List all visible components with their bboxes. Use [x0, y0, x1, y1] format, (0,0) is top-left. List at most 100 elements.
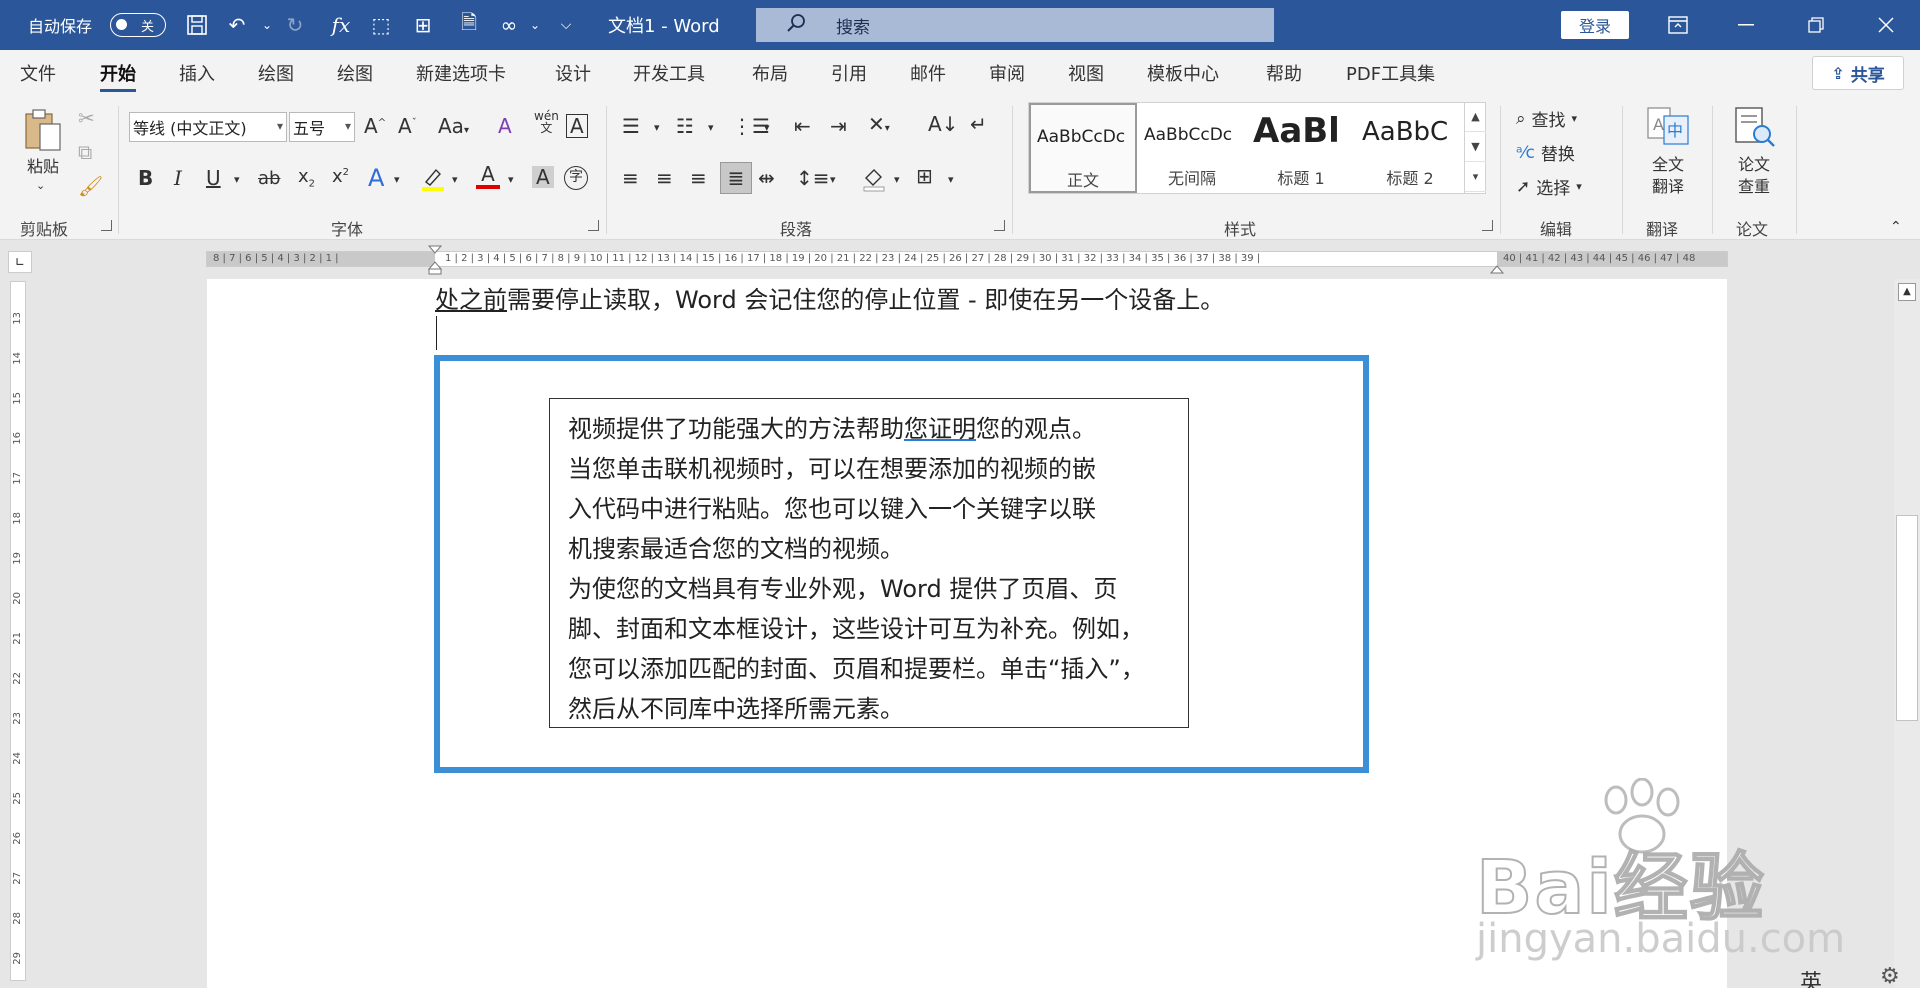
ribbon-display-icon[interactable] [1648, 0, 1708, 50]
tab-insert[interactable]: 插入 [179, 60, 215, 88]
highlight-icon[interactable] [420, 166, 446, 195]
styles-up-icon[interactable]: ▲ [1465, 102, 1486, 132]
multilevel-dropdown-icon[interactable]: ▾ [764, 122, 770, 133]
style-no-spacing[interactable]: AaBbCcDc 无间隔 [1138, 103, 1246, 193]
styles-more-icon[interactable]: ▾ [1465, 162, 1486, 192]
font-color-dropdown-icon[interactable]: ▾ [508, 174, 514, 185]
font-size-combo[interactable]: 五号 ▾ [289, 112, 355, 142]
paper-check-icon[interactable] [1732, 106, 1776, 153]
indent-marker-icon[interactable] [427, 245, 443, 275]
tab-draw-2[interactable]: 绘图 [337, 60, 373, 88]
shrink-font-icon[interactable]: Aˇ [398, 116, 417, 136]
tab-selector-icon[interactable]: ∟ [8, 251, 32, 273]
font-color-icon[interactable]: A [476, 164, 500, 189]
search-box[interactable]: 搜索 [756, 8, 1274, 42]
paragraph-launcher-icon[interactable] [994, 220, 1005, 231]
copy-icon[interactable]: ⧉ [78, 142, 92, 162]
shading-icon[interactable] [862, 166, 886, 195]
style-heading-1[interactable]: AaBl 标题 1 [1247, 103, 1355, 193]
scroll-thumb[interactable] [1896, 515, 1918, 721]
customize-toolbar-icon[interactable]: ⌵ [551, 0, 581, 50]
shading-dropdown-icon[interactable]: ▾ [894, 174, 900, 185]
phonetic-guide-icon[interactable]: wén 文 [534, 110, 559, 134]
show-marks-icon[interactable]: ↵ [970, 114, 987, 134]
infinity-dropdown-icon[interactable]: ⌄ [520, 0, 550, 50]
tab-home[interactable]: 开始 [100, 60, 136, 92]
save-icon[interactable] [182, 0, 212, 50]
vertical-ruler[interactable]: 13 14 15 16 17 18 19 20 21 22 23 24 25 26 27 28 29 [10, 281, 26, 981]
format-painter-icon[interactable]: 🖌 [78, 176, 103, 196]
text-box[interactable]: 视频提供了功能强大的方法帮助您证明您的观点。 当您单击联机视频时，可以在想要添加… [549, 398, 1189, 728]
styles-launcher-icon[interactable] [1482, 220, 1493, 231]
tab-draw-1[interactable]: 绘图 [258, 60, 294, 88]
tab-mailings[interactable]: 邮件 [910, 60, 946, 88]
style-heading-2[interactable]: AaBbC 标题 2 [1356, 103, 1464, 193]
bold-icon[interactable]: B [138, 168, 153, 188]
tab-template-center[interactable]: 模板中心 [1147, 60, 1219, 88]
italic-icon[interactable]: I [174, 168, 182, 188]
line-spacing-icon[interactable]: ↕≡ [796, 168, 830, 188]
tab-view[interactable]: 视图 [1068, 60, 1104, 88]
borders-dropdown-icon[interactable]: ▾ [948, 174, 954, 185]
document-icon[interactable]: 🗎 [454, 0, 484, 50]
function-icon[interactable]: fx [326, 0, 356, 50]
numbering-icon[interactable]: ☷ [676, 116, 694, 136]
paste-icon[interactable] [22, 106, 64, 154]
clipboard-launcher-icon[interactable] [101, 220, 112, 231]
superscript-icon[interactable]: x2 [332, 168, 349, 186]
scroll-up-icon[interactable]: ▲ [1898, 283, 1916, 301]
tab-pdf-tools[interactable]: PDF工具集 [1346, 60, 1435, 88]
text-effects-dropdown-icon[interactable]: ▾ [394, 174, 400, 185]
autosave-toggle[interactable]: 关 [110, 13, 166, 37]
restore-icon[interactable] [1786, 0, 1846, 50]
underline-dropdown-icon[interactable]: ▾ [234, 174, 240, 185]
right-indent-marker-icon[interactable] [1489, 263, 1505, 274]
tab-help[interactable]: 帮助 [1266, 60, 1302, 88]
replace-button[interactable]: ᵃ⁄c 替换 [1516, 140, 1575, 166]
body-text-line[interactable]: 处之前需要停止读取，Word 会记住您的停止位置 - 即使在另一个设备上。 [435, 280, 1224, 315]
align-right-icon[interactable]: ≡ [690, 168, 707, 188]
tab-layout[interactable]: 布局 [752, 60, 788, 88]
align-center-icon[interactable]: ≡ [656, 168, 673, 188]
ime-indicator[interactable]: 英 [1800, 965, 1822, 988]
tab-file[interactable]: 文件 [20, 60, 56, 88]
character-border-icon[interactable]: A [566, 114, 588, 138]
select-cursor-icon[interactable]: ⬚ [366, 0, 396, 50]
character-shading-icon[interactable]: A [532, 166, 554, 188]
vertical-scrollbar[interactable]: ▲ [1894, 279, 1920, 988]
tab-design[interactable]: 设计 [555, 60, 591, 88]
enclose-characters-icon[interactable]: 字 [564, 166, 588, 190]
bullets-icon[interactable]: ☰ [622, 116, 640, 136]
hierarchy-icon[interactable]: ⊞ [408, 0, 438, 50]
underline-icon[interactable]: U [206, 168, 221, 188]
highlight-dropdown-icon[interactable]: ▾ [452, 174, 458, 185]
chinese-layout-icon[interactable]: ✕▾ [868, 114, 890, 134]
font-launcher-icon[interactable] [588, 220, 599, 231]
change-case-icon[interactable]: Aa▾ [438, 116, 469, 136]
distributed-icon[interactable]: ⇹ [758, 168, 775, 188]
tab-references[interactable]: 引用 [831, 60, 867, 88]
select-button[interactable]: ➚ 选择 ▾ [1516, 174, 1582, 200]
grow-font-icon[interactable]: A^ [364, 116, 386, 136]
increase-indent-icon[interactable]: ⇥ [830, 116, 847, 136]
paste-label[interactable]: 粘贴 [22, 156, 64, 178]
collapse-ribbon-icon[interactable]: ⌃ [1890, 220, 1902, 234]
strikethrough-icon[interactable]: ab [258, 170, 280, 188]
line-spacing-dropdown-icon[interactable]: ▾ [830, 174, 836, 185]
decrease-indent-icon[interactable]: ⇤ [794, 116, 811, 136]
numbering-dropdown-icon[interactable]: ▾ [708, 122, 714, 133]
bullets-dropdown-icon[interactable]: ▾ [654, 122, 660, 133]
subscript-icon[interactable]: x2 [298, 168, 315, 190]
align-left-icon[interactable]: ≡ [622, 168, 639, 188]
tab-new-tab[interactable]: 新建选项卡 [416, 60, 506, 88]
find-button[interactable]: ⌕ 查找 ▾ [1516, 106, 1577, 132]
minimize-icon[interactable] [1716, 0, 1776, 50]
undo-icon[interactable]: ↶ [222, 0, 252, 50]
gear-icon[interactable]: ⚙ [1880, 964, 1900, 988]
tab-developer[interactable]: 开发工具 [633, 60, 705, 88]
sort-icon[interactable]: A↓ [928, 114, 958, 134]
cut-icon[interactable]: ✂ [78, 108, 95, 128]
paper-check-label[interactable]: 论文 查重 [1726, 154, 1782, 198]
paste-dropdown-icon[interactable]: ⌄ [36, 180, 45, 191]
close-icon[interactable] [1856, 0, 1916, 50]
